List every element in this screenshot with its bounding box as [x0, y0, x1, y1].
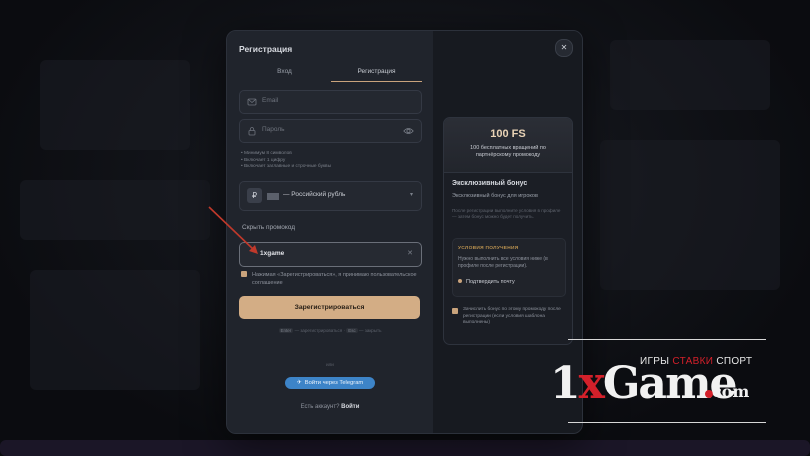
password-hints: Минимум 8 символов Включает 1 цифру Вклю… — [241, 151, 331, 171]
eye-icon[interactable] — [403, 126, 414, 136]
exclusive-title: Эксклюзивный бонус — [452, 180, 528, 187]
login-prompt: Есть аккаунт? Войти — [227, 404, 433, 410]
conditions-box: УСЛОВИЯ ПОЛУЧЕНИЯ Нужно выполнить все ус… — [452, 238, 566, 297]
promo-code-value: 1xgame — [260, 250, 285, 257]
tab-register[interactable]: Регистрация — [331, 67, 422, 82]
bonus-header: 100 FS 100 бесплатных вращений по партнё… — [444, 118, 572, 173]
ruble-icon: ₽ — [247, 188, 262, 203]
promo-toggle-link[interactable]: Скрыть промокод — [242, 224, 295, 231]
currency-select[interactable]: ₽ — Российский рубль ▾ — [239, 181, 422, 211]
logo-line-top — [568, 339, 766, 340]
email-field[interactable]: Email — [239, 90, 422, 114]
status-dot-icon — [458, 279, 462, 283]
currency-label: — Российский рубль — [283, 191, 346, 198]
hint-text: — зарегистрироваться · — [294, 328, 345, 333]
close-button[interactable]: ✕ — [555, 39, 573, 57]
watermark-logo: ИГРЫ СТАВКИ СПОРТ 1xGame com — [540, 336, 766, 424]
flag-icon — [267, 193, 279, 200]
bonus-card: 100 FS 100 бесплатных вращений по партнё… — [443, 117, 573, 345]
hint-item: Включает заглавные и строчные буквы — [241, 164, 331, 171]
promo-code-field[interactable]: 1xgame ✕ — [239, 242, 422, 267]
chevron-down-icon: ▾ — [409, 192, 413, 198]
mail-icon — [247, 98, 257, 106]
hint-text-end: — закрыть — [359, 328, 382, 333]
exclusive-description: После регистрации выполните условия в пр… — [452, 208, 561, 219]
password-placeholder: Пароль — [262, 126, 285, 133]
bonus-amount: 100 FS — [490, 128, 526, 140]
tab-login[interactable]: Вход — [239, 67, 330, 81]
password-field[interactable]: Пароль — [239, 119, 422, 143]
have-account-text: Есть аккаунт? — [300, 404, 340, 410]
enter-key: Enter — [278, 328, 294, 333]
registration-modal: Регистрация Вход Регистрация Email Парол… — [226, 30, 583, 434]
auto-credit-checkbox[interactable] — [452, 308, 458, 314]
conditions-title: УСЛОВИЯ ПОЛУЧЕНИЯ — [458, 246, 519, 251]
agreement: Нажимая «Зарегистрироваться», я принимаю… — [241, 270, 426, 286]
logo-dotcom: com — [712, 382, 750, 401]
logo-brand: 1xGame — [550, 358, 737, 409]
conditions-description: Нужно выполнить все условия ниже (в проф… — [458, 256, 548, 269]
telegram-login-button[interactable]: ✈ Войти через Telegram — [285, 377, 375, 389]
modal-title: Регистрация — [239, 44, 293, 54]
logo-line-bottom — [568, 422, 766, 423]
login-link[interactable]: Войти — [341, 404, 359, 410]
exclusive-subtitle: Эксклюзивный бонус для игроков — [452, 193, 538, 199]
keyboard-hint: Enter — зарегистрироваться · Esc — закры… — [227, 328, 433, 333]
auto-credit-text: Зачислить бонус по этому промокоду после… — [463, 307, 561, 325]
bonus-subtitle: 100 бесплатных вращений по партнёрскому … — [470, 145, 546, 158]
condition-step: Подтвердить почту — [458, 279, 515, 285]
condition-step-label: Подтвердить почту — [466, 279, 515, 285]
register-button[interactable]: Зарегистрироваться — [239, 296, 420, 319]
or-divider: или — [326, 362, 334, 367]
telegram-icon: ✈ — [296, 380, 302, 386]
registration-panel: Регистрация Вход Регистрация Email Парол… — [227, 31, 433, 433]
agreement-text: Нажимая «Зарегистрироваться», я принимаю… — [252, 272, 417, 286]
clear-icon[interactable]: ✕ — [407, 249, 413, 257]
auth-tabs: Вход Регистрация — [239, 67, 422, 83]
esc-key: Esc — [346, 328, 358, 333]
lock-icon — [248, 127, 256, 136]
agreement-checkbox[interactable] — [241, 270, 247, 277]
email-placeholder: Email — [262, 97, 279, 104]
telegram-label: Войти через Telegram — [304, 380, 364, 386]
